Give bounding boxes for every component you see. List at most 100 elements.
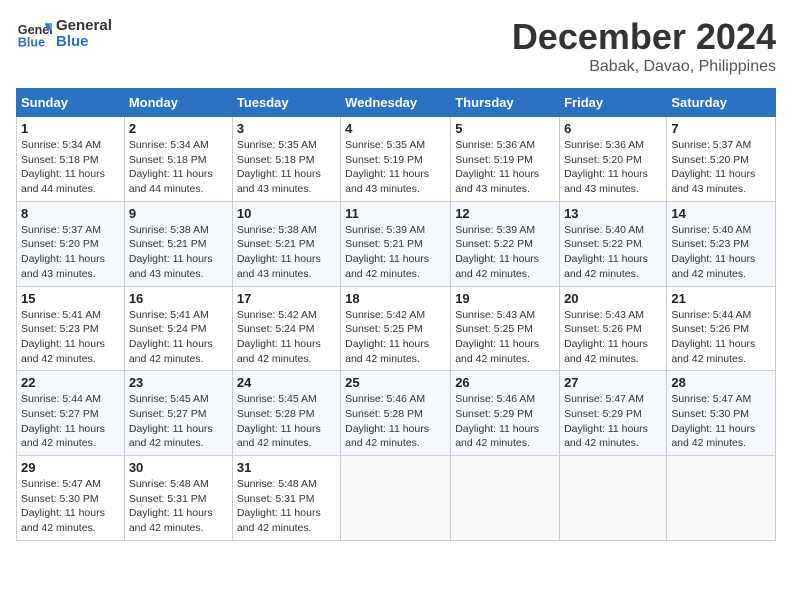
table-row: 27 Sunrise: 5:47 AM Sunset: 5:29 PM Dayli… xyxy=(560,371,667,456)
table-row: 26 Sunrise: 5:46 AM Sunset: 5:29 PM Dayli… xyxy=(451,371,560,456)
location-title: Babak, Davao, Philippines xyxy=(512,58,776,76)
col-saturday: Saturday xyxy=(667,89,776,117)
table-row: 22 Sunrise: 5:44 AM Sunset: 5:27 PM Dayli… xyxy=(17,371,125,456)
table-row: 3 Sunrise: 5:35 AM Sunset: 5:18 PM Daylig… xyxy=(232,117,340,202)
day-number: 25 xyxy=(345,375,446,390)
header-row: Sunday Monday Tuesday Wednesday Thursday… xyxy=(17,89,776,117)
col-thursday: Thursday xyxy=(451,89,560,117)
table-row: 9 Sunrise: 5:38 AM Sunset: 5:21 PM Daylig… xyxy=(124,201,232,286)
calendar-week-0: 1 Sunrise: 5:34 AM Sunset: 5:18 PM Daylig… xyxy=(17,117,776,202)
page-header: General Blue General Blue December 2024 … xyxy=(16,16,776,76)
day-number: 8 xyxy=(21,206,120,221)
day-info: Sunrise: 5:38 AM Sunset: 5:21 PM Dayligh… xyxy=(129,223,228,282)
table-row: 17Sunrise: 5:42 AM Sunset: 5:24 PM Dayli… xyxy=(232,286,340,371)
day-number: 16 xyxy=(129,291,228,306)
day-info: Sunrise: 5:41 AM Sunset: 5:24 PM Dayligh… xyxy=(129,308,228,367)
table-row: 15Sunrise: 5:41 AM Sunset: 5:23 PM Dayli… xyxy=(17,286,125,371)
day-number: 2 xyxy=(129,121,228,136)
day-number: 27 xyxy=(564,375,662,390)
day-info: Sunrise: 5:43 AM Sunset: 5:25 PM Dayligh… xyxy=(455,308,555,367)
table-row: 29Sunrise: 5:47 AM Sunset: 5:30 PM Dayli… xyxy=(17,456,125,541)
day-info: Sunrise: 5:37 AM Sunset: 5:20 PM Dayligh… xyxy=(21,223,120,282)
table-row: 23Sunrise: 5:45 AM Sunset: 5:27 PM Dayli… xyxy=(124,371,232,456)
day-info: Sunrise: 5:44 AM Sunset: 5:27 PM Dayligh… xyxy=(21,392,120,451)
day-number: 10 xyxy=(237,206,336,221)
day-info: Sunrise: 5:34 AM Sunset: 5:18 PM Dayligh… xyxy=(129,138,228,197)
day-info: Sunrise: 5:35 AM Sunset: 5:18 PM Dayligh… xyxy=(237,138,336,197)
calendar-week-1: 8 Sunrise: 5:37 AM Sunset: 5:20 PM Daylig… xyxy=(17,201,776,286)
table-row: 18 Sunrise: 5:42 AM Sunset: 5:25 PM Dayli… xyxy=(341,286,451,371)
table-row: 24 Sunrise: 5:45 AM Sunset: 5:28 PM Dayli… xyxy=(232,371,340,456)
table-row: 28Sunrise: 5:47 AM Sunset: 5:30 PM Dayli… xyxy=(667,371,776,456)
table-row: 13Sunrise: 5:40 AM Sunset: 5:22 PM Dayli… xyxy=(560,201,667,286)
col-monday: Monday xyxy=(124,89,232,117)
day-number: 13 xyxy=(564,206,662,221)
day-number: 6 xyxy=(564,121,662,136)
day-info: Sunrise: 5:48 AM Sunset: 5:31 PM Dayligh… xyxy=(237,477,336,536)
day-info: Sunrise: 5:47 AM Sunset: 5:30 PM Dayligh… xyxy=(671,392,771,451)
day-info: Sunrise: 5:44 AM Sunset: 5:26 PM Dayligh… xyxy=(671,308,771,367)
day-info: Sunrise: 5:37 AM Sunset: 5:20 PM Dayligh… xyxy=(671,138,771,197)
table-row: 12 Sunrise: 5:39 AM Sunset: 5:22 PM Dayli… xyxy=(451,201,560,286)
day-info: Sunrise: 5:39 AM Sunset: 5:21 PM Dayligh… xyxy=(345,223,446,282)
day-info: Sunrise: 5:36 AM Sunset: 5:19 PM Dayligh… xyxy=(455,138,555,197)
month-title: December 2024 xyxy=(512,16,776,58)
day-number: 31 xyxy=(237,460,336,475)
title-block: December 2024 Babak, Davao, Philippines xyxy=(512,16,776,76)
table-row: 14Sunrise: 5:40 AM Sunset: 5:23 PM Dayli… xyxy=(667,201,776,286)
day-number: 9 xyxy=(129,206,228,221)
table-row xyxy=(451,456,560,541)
day-info: Sunrise: 5:47 AM Sunset: 5:30 PM Dayligh… xyxy=(21,477,120,536)
col-wednesday: Wednesday xyxy=(341,89,451,117)
day-info: Sunrise: 5:43 AM Sunset: 5:26 PM Dayligh… xyxy=(564,308,662,367)
day-number: 20 xyxy=(564,291,662,306)
day-info: Sunrise: 5:46 AM Sunset: 5:29 PM Dayligh… xyxy=(455,392,555,451)
calendar-week-2: 15Sunrise: 5:41 AM Sunset: 5:23 PM Dayli… xyxy=(17,286,776,371)
col-sunday: Sunday xyxy=(17,89,125,117)
table-row xyxy=(560,456,667,541)
table-row: 8 Sunrise: 5:37 AM Sunset: 5:20 PM Daylig… xyxy=(17,201,125,286)
day-info: Sunrise: 5:40 AM Sunset: 5:23 PM Dayligh… xyxy=(671,223,771,282)
table-row: 5 Sunrise: 5:36 AM Sunset: 5:19 PM Daylig… xyxy=(451,117,560,202)
day-number: 19 xyxy=(455,291,555,306)
day-number: 22 xyxy=(21,375,120,390)
day-info: Sunrise: 5:46 AM Sunset: 5:28 PM Dayligh… xyxy=(345,392,446,451)
day-number: 17 xyxy=(237,291,336,306)
day-info: Sunrise: 5:41 AM Sunset: 5:23 PM Dayligh… xyxy=(21,308,120,367)
day-number: 24 xyxy=(237,375,336,390)
logo: General Blue General Blue xyxy=(16,16,112,52)
table-row: 2 Sunrise: 5:34 AM Sunset: 5:18 PM Daylig… xyxy=(124,117,232,202)
day-number: 12 xyxy=(455,206,555,221)
day-number: 5 xyxy=(455,121,555,136)
table-row: 25 Sunrise: 5:46 AM Sunset: 5:28 PM Dayli… xyxy=(341,371,451,456)
calendar-week-4: 29Sunrise: 5:47 AM Sunset: 5:30 PM Dayli… xyxy=(17,456,776,541)
table-row: 16 Sunrise: 5:41 AM Sunset: 5:24 PM Dayli… xyxy=(124,286,232,371)
day-number: 1 xyxy=(21,121,120,136)
day-info: Sunrise: 5:47 AM Sunset: 5:29 PM Dayligh… xyxy=(564,392,662,451)
day-number: 18 xyxy=(345,291,446,306)
table-row: 10Sunrise: 5:38 AM Sunset: 5:21 PM Dayli… xyxy=(232,201,340,286)
day-info: Sunrise: 5:45 AM Sunset: 5:28 PM Dayligh… xyxy=(237,392,336,451)
day-info: Sunrise: 5:39 AM Sunset: 5:22 PM Dayligh… xyxy=(455,223,555,282)
logo-general: General xyxy=(56,18,112,35)
day-info: Sunrise: 5:48 AM Sunset: 5:31 PM Dayligh… xyxy=(129,477,228,536)
day-number: 26 xyxy=(455,375,555,390)
day-info: Sunrise: 5:42 AM Sunset: 5:25 PM Dayligh… xyxy=(345,308,446,367)
logo-blue: Blue xyxy=(56,34,112,51)
table-row: 30 Sunrise: 5:48 AM Sunset: 5:31 PM Dayli… xyxy=(124,456,232,541)
table-row: 11 Sunrise: 5:39 AM Sunset: 5:21 PM Dayli… xyxy=(341,201,451,286)
table-row: 20 Sunrise: 5:43 AM Sunset: 5:26 PM Dayli… xyxy=(560,286,667,371)
day-info: Sunrise: 5:36 AM Sunset: 5:20 PM Dayligh… xyxy=(564,138,662,197)
day-number: 4 xyxy=(345,121,446,136)
day-info: Sunrise: 5:45 AM Sunset: 5:27 PM Dayligh… xyxy=(129,392,228,451)
table-row: 7 Sunrise: 5:37 AM Sunset: 5:20 PM Daylig… xyxy=(667,117,776,202)
day-info: Sunrise: 5:34 AM Sunset: 5:18 PM Dayligh… xyxy=(21,138,120,197)
day-number: 7 xyxy=(671,121,771,136)
table-row xyxy=(667,456,776,541)
day-number: 30 xyxy=(129,460,228,475)
day-number: 3 xyxy=(237,121,336,136)
table-row: 1 Sunrise: 5:34 AM Sunset: 5:18 PM Daylig… xyxy=(17,117,125,202)
calendar-table: Sunday Monday Tuesday Wednesday Thursday… xyxy=(16,88,776,541)
day-number: 11 xyxy=(345,206,446,221)
table-row: 4Sunrise: 5:35 AM Sunset: 5:19 PM Daylig… xyxy=(341,117,451,202)
